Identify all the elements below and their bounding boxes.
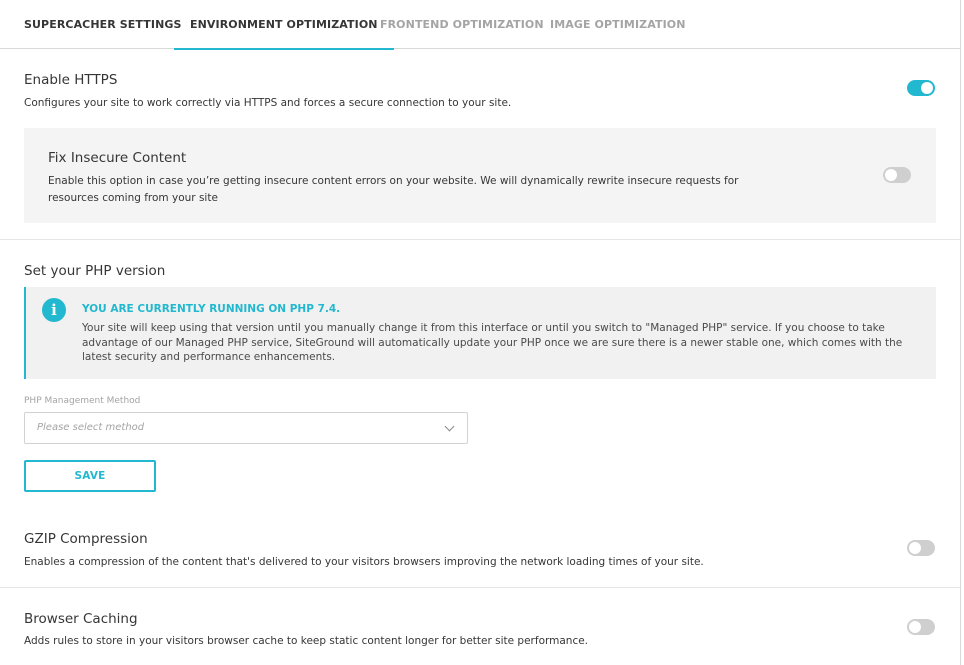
insecure-content-title: Fix Insecure Content [48,150,187,166]
gzip-description: Enables a compression of the content tha… [24,556,704,568]
info-icon: i [42,298,66,322]
toggle-knob [921,82,933,94]
php-method-select[interactable]: Please select method [24,412,468,444]
tab-bar: SUPERCACHER SETTINGS ENVIRONMENT OPTIMIZ… [0,0,960,50]
php-method-label: PHP Management Method [24,396,141,406]
chevron-down-icon [444,421,455,432]
tab-image-optimization[interactable]: IMAGE OPTIMIZATION [550,0,686,49]
toggle-knob [909,542,921,554]
php-version-title: Set your PHP version [24,263,166,279]
tab-frontend-optimization[interactable]: FRONTEND OPTIMIZATION [380,0,544,49]
tab-environment-optimization[interactable]: ENVIRONMENT OPTIMIZATION [174,0,394,50]
browser-caching-title: Browser Caching [24,611,138,627]
php-notice-text: Your site will keep using that version u… [82,322,903,363]
browser-caching-toggle[interactable] [907,619,935,635]
php-method-placeholder: Please select method [37,422,145,433]
toggle-knob [885,169,897,181]
tab-supercacher-settings[interactable]: SUPERCACHER SETTINGS [24,0,182,49]
https-toggle[interactable] [907,80,935,96]
https-title: Enable HTTPS [24,72,118,88]
gzip-toggle[interactable] [907,540,935,556]
section-divider [0,239,960,240]
insecure-content-description: Enable this option in case you’re gettin… [48,175,739,204]
gzip-title: GZIP Compression [24,531,148,547]
insecure-content-toggle[interactable] [883,167,911,183]
toggle-knob [909,621,921,633]
browser-caching-description: Adds rules to store in your visitors bro… [24,635,589,647]
save-button[interactable]: SAVE [24,460,156,492]
php-notice-title: YOU ARE CURRENTLY RUNNING ON PHP 7.4. [82,303,341,315]
content-right-border [960,0,961,665]
https-description: Configures your site to work correctly v… [24,97,512,109]
section-divider [0,587,960,588]
